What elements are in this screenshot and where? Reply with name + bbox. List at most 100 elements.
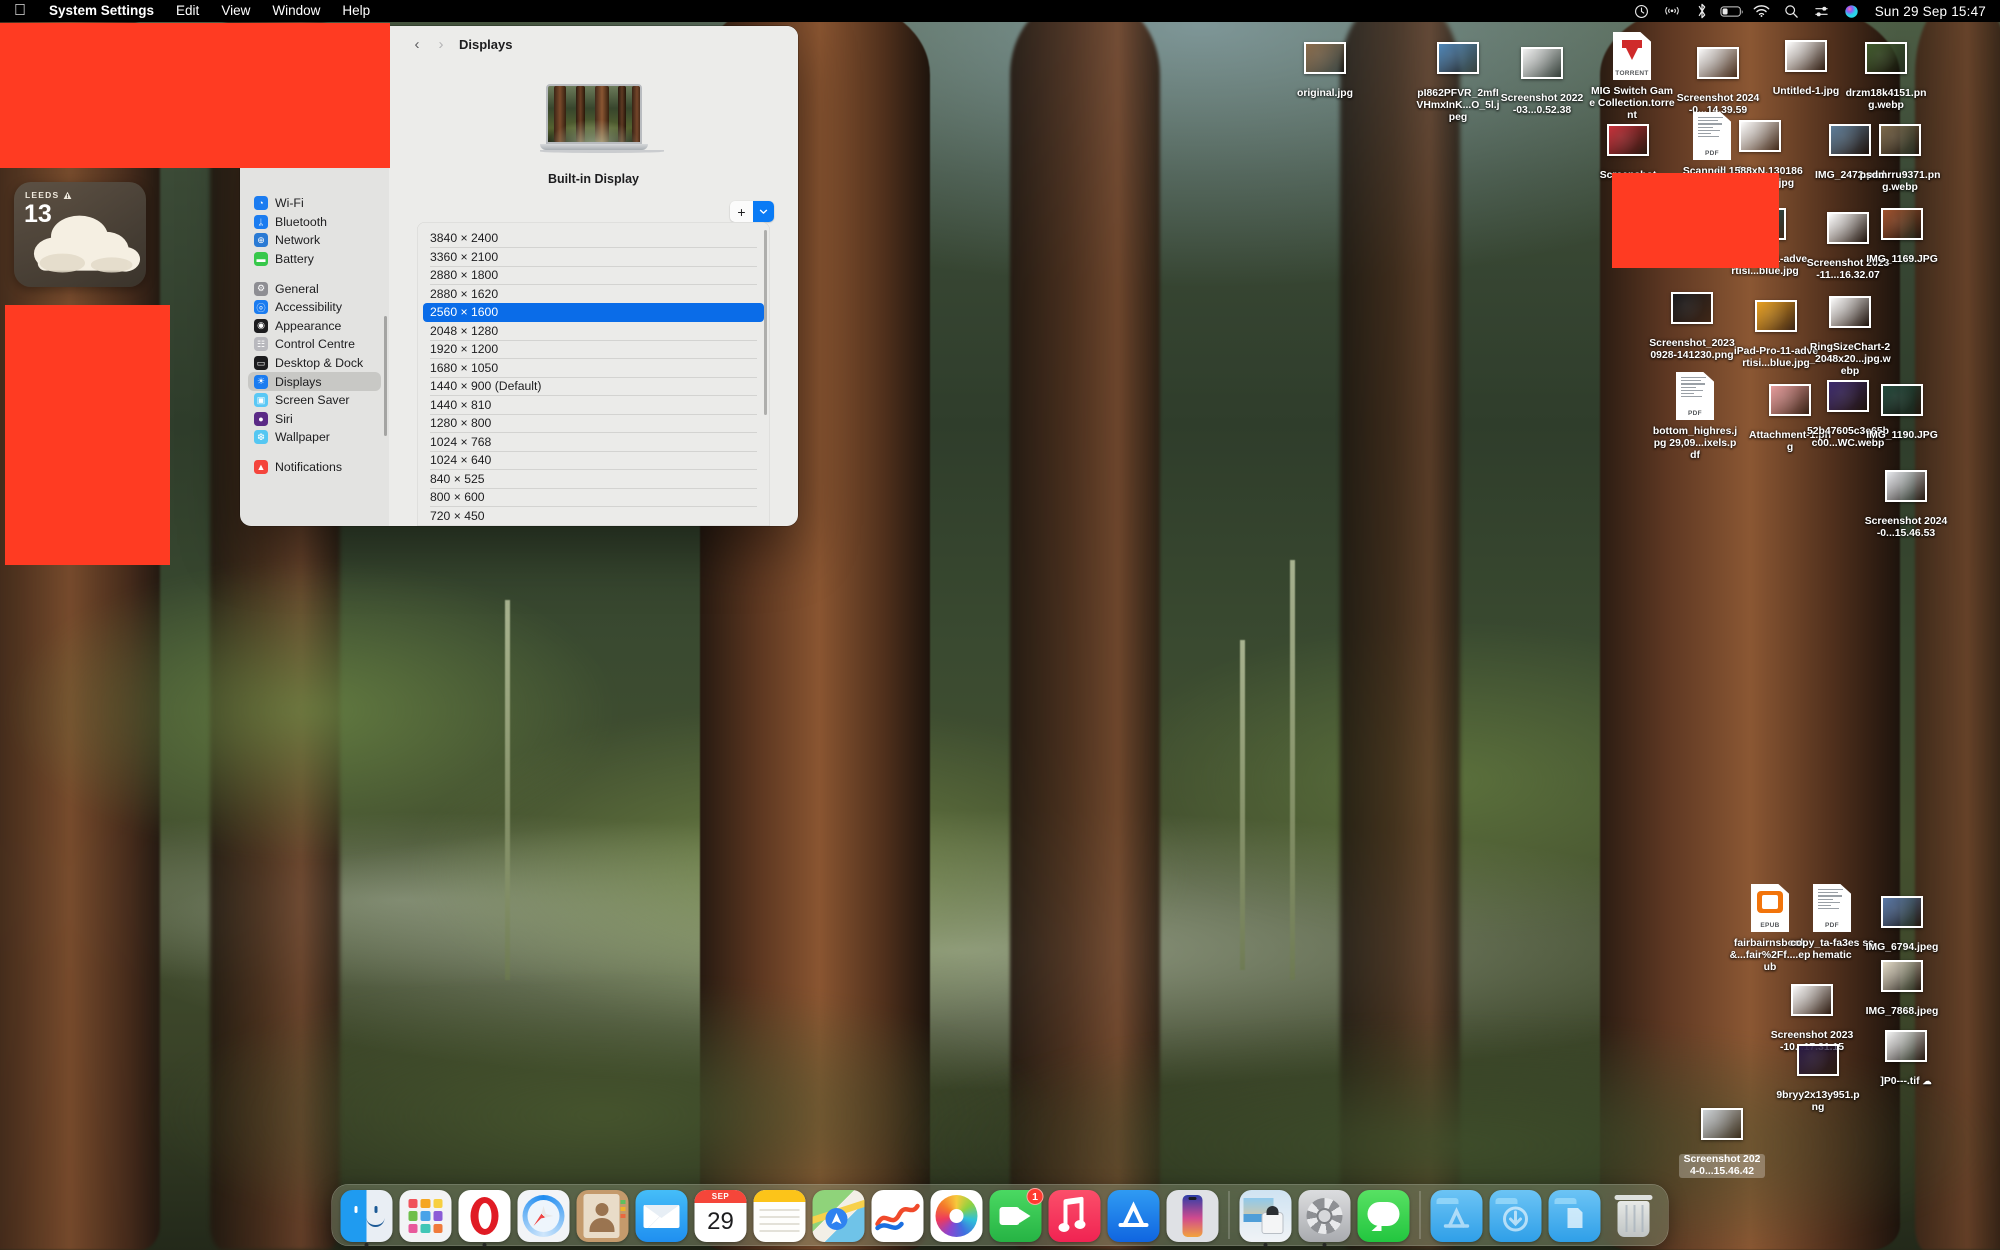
time-machine-icon[interactable] [1627, 0, 1657, 22]
menu-item-system-settings[interactable]: System Settings [38, 0, 165, 22]
dock-item-system-settings[interactable] [1299, 1190, 1351, 1242]
sidebar-item-wi-fi[interactable]: ◔Wi-Fi [248, 194, 381, 213]
dock-item-messages[interactable] [1358, 1190, 1410, 1242]
dock-item-app-store[interactable] [1108, 1190, 1160, 1242]
desktop-icon[interactable]: Screenshot 2022-03...0.52.38 [1499, 35, 1585, 117]
resolution-option[interactable]: 1024 × 640 [423, 451, 764, 470]
desktop-icon[interactable]: IMG_6794.jpeg [1859, 884, 1945, 954]
resolution-list-scrollbar[interactable] [764, 230, 768, 415]
desktop-icon[interactable]: Screenshot 2024-0...15.46.53 [1863, 458, 1949, 540]
icloud-download-icon[interactable]: ☁ [1923, 1076, 1932, 1088]
add-display-button[interactable]: + [730, 201, 753, 222]
menu-item-window[interactable]: Window [261, 0, 331, 22]
dock-item-photos[interactable] [931, 1190, 983, 1242]
search-icon[interactable] [1777, 0, 1807, 22]
desktop-icon[interactable]: 9bryy2x13y951.png [1775, 1032, 1861, 1114]
desktop-icon[interactable]: IMG_1190.JPG [1859, 372, 1945, 442]
menu-bar-clock[interactable]: Sun 29 Sep 15:47 [1867, 4, 1986, 19]
dock-item-launchpad[interactable] [400, 1190, 452, 1242]
resolution-option[interactable]: 3840 × 2400 [423, 229, 764, 248]
menu-item-edit[interactable]: Edit [165, 0, 210, 22]
image-thumbnail [1304, 42, 1346, 74]
dock-item-music[interactable] [1049, 1190, 1101, 1242]
dock-item-trash[interactable] [1608, 1190, 1660, 1242]
resolution-option[interactable]: 2560 × 1600 [423, 303, 764, 322]
sidebar-item-network[interactable]: ⊕Network [248, 231, 381, 250]
sidebar-item-displays[interactable]: ☀Displays [248, 372, 381, 391]
dock-item-iphone-mirroring[interactable] [1167, 1190, 1219, 1242]
dock-item-safari[interactable] [518, 1190, 570, 1242]
dock-item-calendar[interactable]: SEP29 [695, 1190, 747, 1242]
sidebar-item-notifications[interactable]: ▲Notifications [248, 458, 381, 477]
desktop-icon[interactable]: PDFbottom_highres.jpg 29,09...ixels.pdf [1652, 368, 1738, 461]
battery-icon[interactable] [1717, 0, 1747, 22]
desktop-icon[interactable]: Screenshot_20230928-141230.png [1649, 280, 1735, 362]
back-button[interactable]: ‹ [405, 32, 429, 56]
weather-widget[interactable]: LEEDS 13 [14, 182, 146, 287]
dock-item-documents-folder[interactable] [1549, 1190, 1601, 1242]
forward-button[interactable]: › [429, 32, 453, 56]
dock-item-contacts[interactable] [577, 1190, 629, 1242]
desktop-icon[interactable]: RingSizeChart-2_2048x20...jpg.webp [1807, 284, 1893, 377]
menu-item-help[interactable]: Help [331, 0, 381, 22]
resolution-option[interactable]: 3360 × 2100 [423, 248, 764, 267]
resolution-option[interactable]: 800 × 600 [423, 488, 764, 507]
resolution-option[interactable]: 1920 × 1200 [423, 340, 764, 359]
desktop-icon[interactable]: TORRENTMIG Switch Game Collection.torren… [1589, 28, 1675, 121]
sidebar-item-wallpaper[interactable]: ❆Wallpaper [248, 428, 381, 447]
desktop-icon[interactable]: IMG_7868.jpeg [1859, 948, 1945, 1018]
desktop-icon[interactable]: Screenshot [1585, 112, 1671, 182]
resolution-label: 1440 × 900 (Default) [430, 379, 541, 393]
chevron-down-icon[interactable] [753, 201, 774, 222]
sidebar-item-screen-saver[interactable]: ▣Screen Saver [248, 391, 381, 410]
add-display-control[interactable]: + [730, 201, 774, 222]
desktop-icon[interactable]: Untitled-1.jpg [1763, 28, 1849, 98]
desktop-icon[interactable]: IMG_1169.JPG [1859, 196, 1945, 266]
dock-item-stocks[interactable] [872, 1190, 924, 1242]
dock-item-opera[interactable] [459, 1190, 511, 1242]
airplay-icon[interactable] [1657, 0, 1687, 22]
sidebar-item-siri[interactable]: ●Siri [248, 410, 381, 429]
desktop-icon[interactable]: ]P0---.tif☁ [1863, 1018, 1949, 1088]
resolution-option[interactable]: 2048 × 1280 [423, 322, 764, 341]
resolution-option[interactable]: 1440 × 900 (Default) [423, 377, 764, 396]
apple-logo-icon[interactable]:  [10, 0, 38, 22]
resolution-option[interactable]: 840 × 525 [423, 470, 764, 489]
dock-item-notes[interactable] [754, 1190, 806, 1242]
dock-item-mail[interactable] [636, 1190, 688, 1242]
desktop-icon[interactable]: drzm18k4151.png.webp [1843, 30, 1929, 112]
sidebar-item-bluetooth[interactable]: ᛦBluetooth [248, 213, 381, 232]
resolution-option[interactable]: 1280 × 800 [423, 414, 764, 433]
desktop-icon[interactable]: original.jpg [1282, 30, 1368, 100]
bluetooth-icon[interactable] [1687, 0, 1717, 22]
dock-item-applications-folder[interactable] [1431, 1190, 1483, 1242]
desktop-icon[interactable]: Screenshot 2024-0...15.46.42 [1679, 1096, 1765, 1178]
sidebar-scrollbar[interactable] [384, 316, 387, 436]
resolution-option[interactable]: 2880 × 1620 [423, 285, 764, 304]
sidebar-item-desktop-dock[interactable]: ▭Desktop & Dock [248, 354, 381, 373]
built-in-display-thumbnail[interactable] [540, 84, 648, 153]
resolution-option[interactable]: 1440 × 810 [423, 396, 764, 415]
sidebar-item-battery[interactable]: ▬Battery [248, 250, 381, 269]
desktop-icon[interactable]: psdmrru9371.png.webp [1857, 112, 1943, 194]
resolution-list-panel[interactable]: 3840 × 24003360 × 21002880 × 18002880 × … [417, 222, 770, 526]
resolution-option[interactable]: 1680 × 1050 [423, 359, 764, 378]
control-center-icon[interactable] [1807, 0, 1837, 22]
desktop-icon[interactable]: Screenshot 2024-0...14.39.59 [1675, 35, 1761, 117]
dock-item-finder[interactable] [341, 1190, 393, 1242]
menu-item-view[interactable]: View [210, 0, 261, 22]
desktop-icon[interactable]: pI862PFVR_2mfIVHmxInK...O_5l.jpeg [1415, 30, 1501, 123]
sidebar-item-control-centre[interactable]: ☷Control Centre [248, 335, 381, 354]
sidebar-item-appearance[interactable]: ◉Appearance [248, 317, 381, 336]
sidebar-item-accessibility[interactable]: ⓞAccessibility [248, 298, 381, 317]
dock-item-downloads-folder[interactable] [1490, 1190, 1542, 1242]
sidebar-item-general[interactable]: ⚙General [248, 279, 381, 298]
siri-icon[interactable] [1837, 0, 1867, 22]
dock-item-facetime[interactable]: 1 [990, 1190, 1042, 1242]
resolution-option[interactable]: 2880 × 1800 [423, 266, 764, 285]
dock-item-maps[interactable] [813, 1190, 865, 1242]
resolution-option[interactable]: 1024 × 768 [423, 433, 764, 452]
resolution-option[interactable]: 720 × 450 [423, 507, 764, 526]
wifi-icon[interactable] [1747, 0, 1777, 22]
dock-item-image-capture[interactable] [1240, 1190, 1292, 1242]
